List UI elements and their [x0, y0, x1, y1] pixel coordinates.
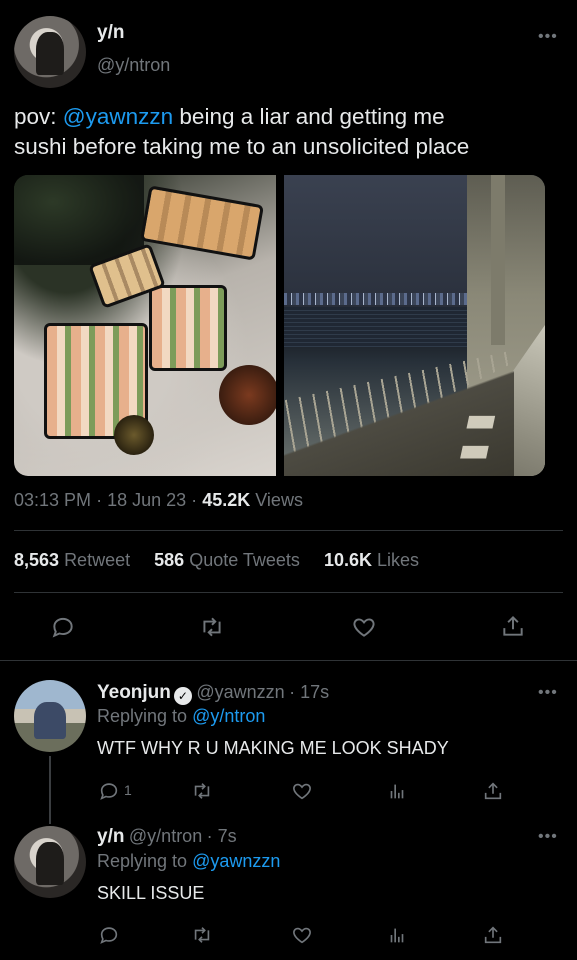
reply-text: WTF WHY R U MAKING ME LOOK SHADY [97, 738, 449, 758]
quotes-stat[interactable]: 586 Quote Tweets [154, 550, 305, 570]
thread-connector [49, 756, 51, 824]
replying-to-link[interactable]: @yawnzzn [192, 851, 280, 871]
like-icon[interactable] [350, 614, 378, 640]
replying-to: Replying to @yawnzzn [97, 851, 280, 872]
divider [0, 660, 577, 661]
tweet-time[interactable]: 03:13 PM [14, 490, 91, 510]
share-icon[interactable] [482, 923, 504, 947]
reply-time[interactable]: · 7s [207, 826, 237, 846]
analytics-icon[interactable] [386, 780, 408, 802]
retweets-stat[interactable]: 8,563 Retweet [14, 550, 135, 570]
share-icon[interactable] [500, 612, 526, 640]
replying-to: Replying to @y/ntron [97, 706, 265, 727]
reply-author-name[interactable]: Yeonjun [97, 682, 171, 703]
views-label: Views [255, 490, 303, 510]
reply-author-name[interactable]: y/n [97, 826, 124, 847]
retweet-icon[interactable] [198, 614, 226, 640]
quotes-label: Quote Tweets [189, 550, 300, 570]
tweet-text-prefix: pov: [14, 104, 63, 129]
likes-label: Likes [377, 550, 420, 570]
reply-text: SKILL ISSUE [97, 883, 205, 903]
tweet-text-line2: sushi before taking me to an unsolicited… [14, 134, 470, 159]
reply-icon[interactable] [98, 780, 120, 802]
reply-time[interactable]: · 17s [289, 682, 329, 702]
retweet-icon[interactable] [190, 924, 214, 946]
tweet-stats: 8,563 Retweet 586 Quote Tweets 10.6K Lik… [14, 550, 419, 571]
reply-icon[interactable] [98, 924, 120, 946]
tweet-photo-1[interactable] [14, 175, 276, 476]
likes-stat[interactable]: 10.6K Likes [324, 550, 419, 570]
quotes-count: 586 [154, 550, 185, 570]
replying-to-label: Replying to [97, 851, 188, 871]
share-icon[interactable] [482, 779, 504, 803]
meta-separator-2: · [191, 490, 198, 510]
mention-link[interactable]: @yawnzzn [63, 104, 173, 129]
verified-badge-icon: ✓ [173, 687, 192, 705]
reply-author-handle[interactable]: @yawnzzn [196, 682, 284, 702]
meta-separator-1: · [96, 490, 103, 510]
replying-to-label: Replying to [97, 706, 188, 726]
tweet-text-line1: being a liar and getting me [173, 104, 445, 129]
reply-header: y/n @y/ntron · 7s [97, 826, 237, 848]
retweet-icon[interactable] [190, 780, 214, 802]
views-count[interactable]: 45.2K [202, 490, 250, 510]
tweet-photo-2[interactable]: ▬ ▬ [284, 175, 545, 476]
reply-avatar[interactable] [14, 680, 86, 752]
retweets-label: Retweet [64, 550, 131, 570]
tweet-text: pov: @yawnzzn being a liar and getting m… [14, 102, 564, 162]
reply-count: 1 [124, 782, 132, 798]
retweets-count: 8,563 [14, 550, 60, 570]
author-avatar[interactable] [14, 16, 86, 88]
divider [14, 592, 563, 593]
likes-count: 10.6K [323, 550, 373, 570]
reply-header: Yeonjun ✓ @yawnzzn · 17s [97, 682, 329, 705]
analytics-icon[interactable] [386, 924, 408, 946]
tweet-date[interactable]: 18 Jun 23 [107, 490, 186, 510]
author-name[interactable]: y/n [97, 22, 124, 44]
replying-to-link[interactable]: @y/ntron [192, 706, 265, 726]
more-options-icon[interactable]: ••• [538, 684, 558, 702]
like-icon[interactable] [290, 780, 314, 802]
tweet-meta: 03:13 PM · 18 Jun 23 · 45.2K Views [14, 490, 303, 511]
more-options-icon[interactable]: ••• [538, 828, 558, 846]
divider [14, 530, 563, 531]
more-options-icon[interactable]: ••• [538, 28, 558, 46]
reply-author-handle[interactable]: @y/ntron [129, 826, 202, 846]
reply-icon[interactable] [50, 614, 76, 640]
author-handle[interactable]: @y/ntron [97, 55, 170, 76]
reply-avatar[interactable] [14, 826, 86, 898]
like-icon[interactable] [290, 924, 314, 946]
